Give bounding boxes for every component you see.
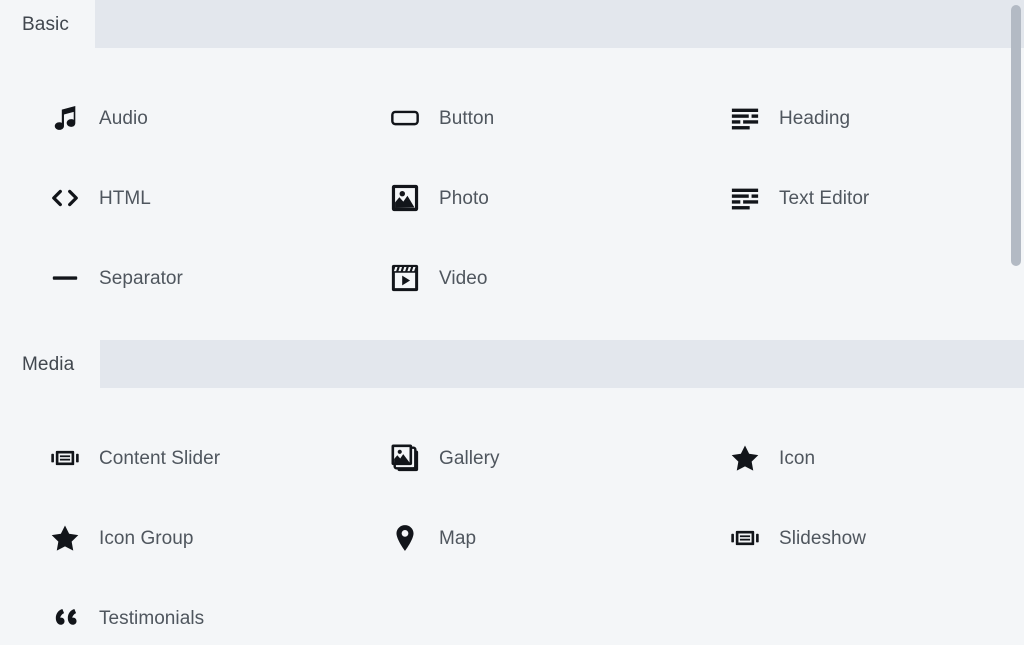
section-media: Media Con [0,340,1024,645]
section-header-media: Media [0,340,1024,388]
star-icon [730,441,764,475]
widget-label-html: HTML [99,189,151,208]
separator-dash-icon [50,261,84,295]
heading-lines-icon [730,101,764,135]
widget-item-content-slider[interactable]: Content Slider [0,418,340,498]
widget-label-testimonials: Testimonials [99,609,204,628]
section-tab-basic[interactable]: Basic [0,0,95,48]
widget-label-photo: Photo [439,189,489,208]
star-icon [50,521,84,555]
music-note-icon [50,101,84,135]
photo-icon [390,181,424,215]
widget-label-content-slider: Content Slider [99,449,220,468]
widget-item-heading[interactable]: Heading [680,78,1024,158]
vertical-scrollbar[interactable] [1007,0,1024,645]
widget-label-gallery: Gallery [439,449,500,468]
carousel-icon [730,521,764,555]
widget-panel: Basic Audio [0,0,1024,645]
widget-item-testimonials[interactable]: Testimonials [0,578,340,645]
widget-label-audio: Audio [99,109,148,128]
widget-item-button[interactable]: Button [340,78,680,158]
widget-label-video: Video [439,269,488,288]
text-lines-icon [730,181,764,215]
widget-label-icon: Icon [779,449,815,468]
widget-item-separator[interactable]: Separator [0,238,340,318]
widget-label-map: Map [439,529,476,548]
widget-item-icon[interactable]: Icon [680,418,1024,498]
code-brackets-icon [50,181,84,215]
widget-item-html[interactable]: HTML [0,158,340,238]
quote-marks-icon [50,601,84,635]
widget-grid-media: Content Slider [0,418,1024,645]
video-clapperboard-icon [390,261,424,295]
widget-label-heading: Heading [779,109,850,128]
widget-label-separator: Separator [99,269,183,288]
widget-label-button: Button [439,109,494,128]
widget-grid-basic: Audio Button [0,78,1024,318]
section-tab-label-basic: Basic [22,15,69,34]
section-header-basic: Basic [0,0,1024,48]
widget-item-slideshow[interactable]: Slideshow [680,498,1024,578]
scrollbar-thumb[interactable] [1011,5,1021,266]
map-pin-icon [390,521,424,555]
section-body-media: Content Slider [0,388,1024,645]
widget-item-gallery[interactable]: Gallery [340,418,680,498]
gallery-stack-icon [390,441,424,475]
widget-item-icon-group[interactable]: Icon Group [0,498,340,578]
section-basic: Basic Audio [0,0,1024,340]
widget-item-photo[interactable]: Photo [340,158,680,238]
widget-label-icon-group: Icon Group [99,529,194,548]
widget-item-text-editor[interactable]: Text Editor [680,158,1024,238]
widget-item-map[interactable]: Map [340,498,680,578]
widget-label-slideshow: Slideshow [779,529,866,548]
section-tab-label-media: Media [22,355,74,374]
carousel-icon [50,441,84,475]
section-tab-media[interactable]: Media [0,340,100,388]
widget-item-audio[interactable]: Audio [0,78,340,158]
widget-item-video[interactable]: Video [340,238,680,318]
widget-label-text-editor: Text Editor [779,189,869,208]
button-icon [390,101,424,135]
section-body-basic: Audio Button [0,48,1024,340]
